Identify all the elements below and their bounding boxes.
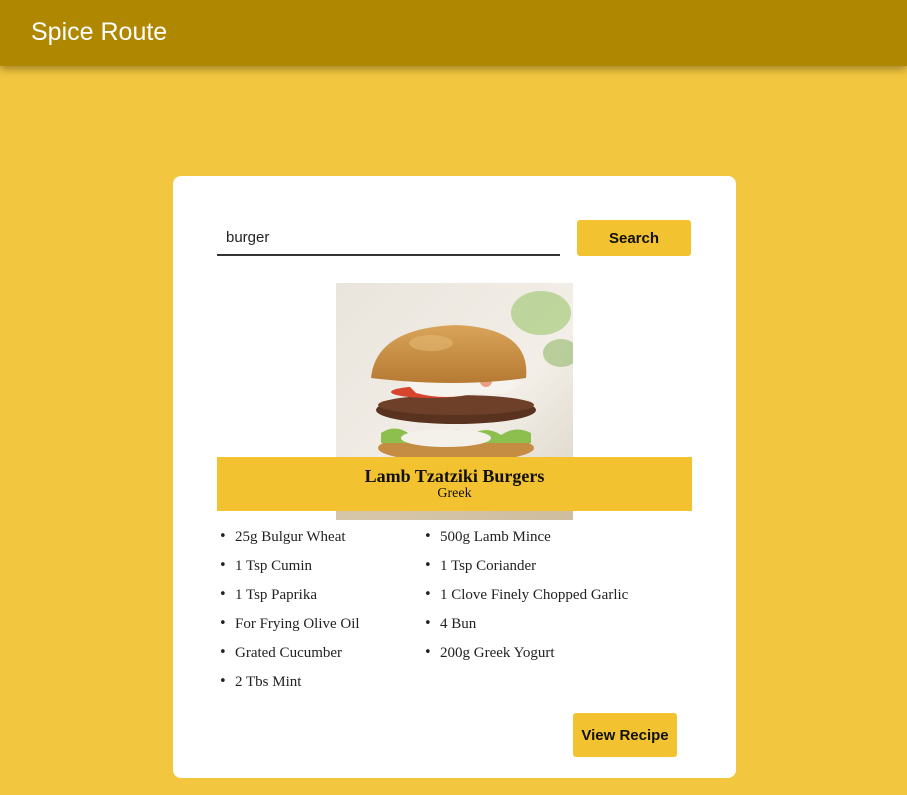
ingredient-item: 1 Tsp Cumin: [217, 556, 417, 585]
ingredient-item: 2 Tbs Mint: [217, 672, 417, 701]
ingredient-item: 1 Tsp Coriander: [422, 556, 682, 585]
ingredient-item: For Frying Olive Oil: [217, 614, 417, 643]
recipe-title-band: Lamb Tzatziki Burgers Greek: [217, 457, 692, 511]
recipe-cuisine: Greek: [437, 486, 472, 501]
view-recipe-button[interactable]: View Recipe: [573, 713, 677, 757]
recipe-card: Search: [173, 176, 736, 778]
recipe-title: Lamb Tzatziki Burgers: [364, 466, 545, 486]
ingredients-column-left: 25g Bulgur Wheat 1 Tsp Cumin 1 Tsp Papri…: [217, 527, 417, 701]
search-button[interactable]: Search: [577, 220, 691, 256]
ingredient-item: 1 Clove Finely Chopped Garlic: [422, 585, 682, 614]
ingredient-item: 500g Lamb Mince: [422, 527, 682, 556]
ingredient-item: Grated Cucumber: [217, 643, 417, 672]
ingredients-column-right: 500g Lamb Mince 1 Tsp Coriander 1 Clove …: [422, 527, 682, 672]
ingredient-item: 4 Bun: [422, 614, 682, 643]
ingredient-item: 200g Greek Yogurt: [422, 643, 682, 672]
search-input[interactable]: [217, 220, 560, 256]
app-title: Spice Route: [31, 17, 168, 46]
app-bar: Spice Route: [0, 0, 907, 66]
ingredient-item: 25g Bulgur Wheat: [217, 527, 417, 556]
ingredient-item: 1 Tsp Paprika: [217, 585, 417, 614]
